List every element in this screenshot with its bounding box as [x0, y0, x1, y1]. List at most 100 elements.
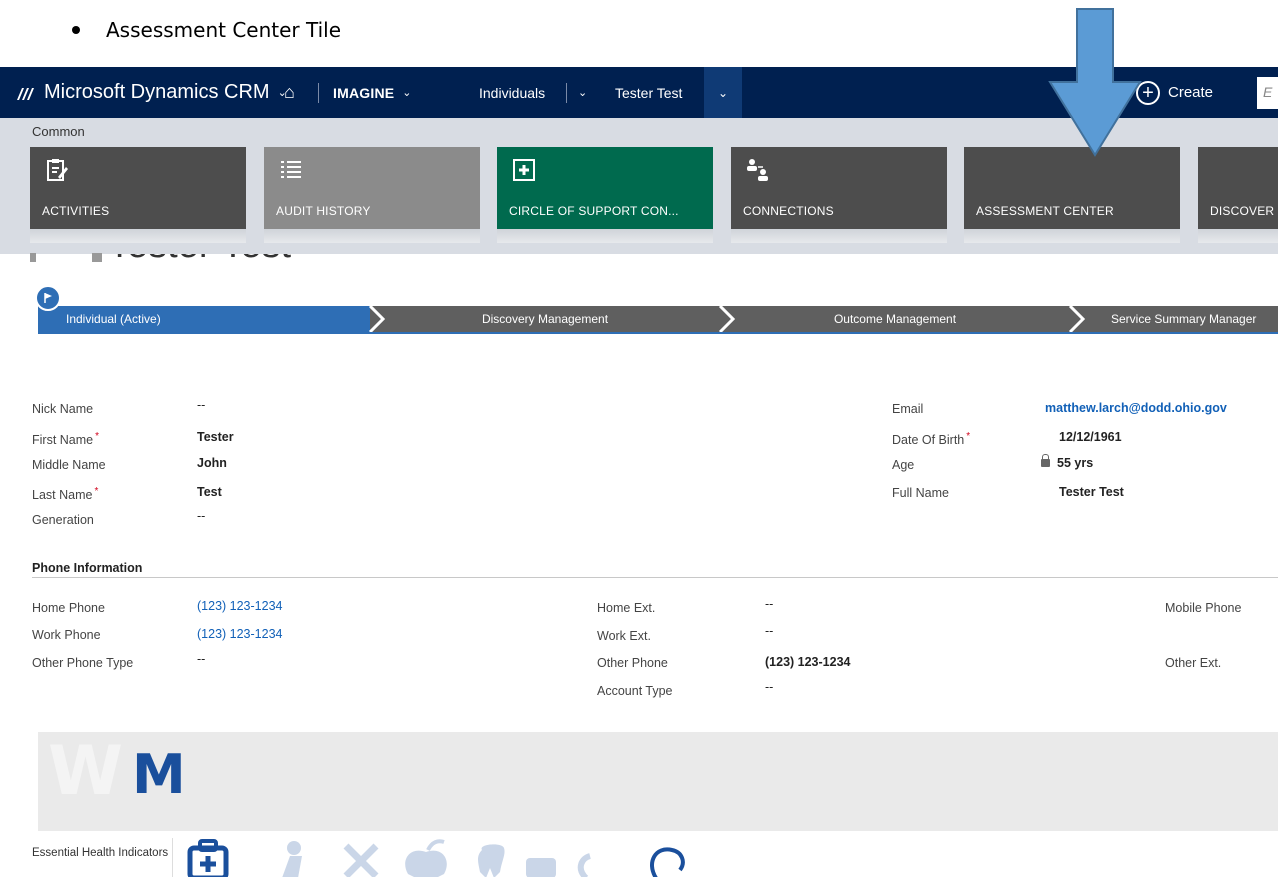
create-label: Create — [1168, 84, 1214, 101]
area-menu[interactable]: IMAGINE ⌄ — [333, 67, 412, 118]
list-icon — [281, 161, 301, 178]
age-value-text: 55 yrs — [1057, 456, 1094, 470]
first-name-value[interactable]: Tester — [197, 430, 234, 444]
banner-logo: M — [132, 743, 186, 806]
title-fragment — [30, 253, 36, 262]
annotation-arrow — [1048, 8, 1142, 157]
required-icon: * — [95, 431, 100, 442]
work-ext-value[interactable]: -- — [765, 624, 773, 638]
account-type-label: Account Type — [597, 684, 673, 698]
nick-name-label: Nick Name — [32, 402, 94, 416]
section-title: Phone Information — [32, 561, 143, 575]
tile-activities[interactable]: ACTIVITIES — [30, 147, 246, 229]
dob-label: Date Of Birth * — [892, 431, 970, 447]
tools-icon[interactable] — [343, 843, 379, 877]
middle-name-value[interactable]: John — [197, 456, 227, 470]
middle-name-label: Middle Name — [32, 458, 106, 472]
app-switcher[interactable]: Microsoft Dynamics CRM ⌄ — [16, 67, 287, 118]
tile-label: CIRCLE OF SUPPORT CON... — [509, 204, 679, 218]
apple-icon[interactable] — [405, 839, 447, 877]
age-label: Age — [892, 458, 915, 472]
record-tab[interactable]: Tester Test — [615, 67, 682, 118]
clipboard-icon — [47, 159, 68, 181]
tile-group-label: Common — [32, 124, 85, 139]
people-icon — [747, 159, 768, 181]
record-dropdown[interactable]: ⌄ — [704, 67, 742, 118]
tile-shadow — [731, 229, 947, 243]
chevron-down-icon: ⌄ — [402, 87, 412, 99]
dob-label-text: Date Of Birth — [892, 433, 965, 448]
chevron-down-icon: ⌄ — [578, 87, 588, 99]
home-icon[interactable]: ⌂ — [284, 67, 295, 118]
last-name-value[interactable]: Test — [197, 485, 222, 499]
flag-icon[interactable] — [35, 285, 61, 311]
first-name-label: First Name * — [32, 431, 99, 447]
account-type-value[interactable]: -- — [765, 680, 773, 694]
tile-label: CONNECTIONS — [743, 204, 834, 218]
nav-separator — [566, 83, 567, 103]
other-phone-type-label: Other Phone Type — [32, 656, 134, 670]
home-phone-value[interactable]: (123) 123-1234 — [197, 599, 282, 613]
area-label: IMAGINE — [333, 84, 395, 101]
other-phone-value[interactable]: (123) 123-1234 — [765, 655, 850, 669]
age-value: 55 yrs — [1041, 454, 1094, 470]
tile-circle-of-support[interactable]: CIRCLE OF SUPPORT CON... — [497, 147, 713, 229]
tile-label: ACTIVITIES — [42, 204, 110, 218]
dynamics-logo-icon — [17, 87, 34, 100]
other-phone-type-value[interactable]: -- — [197, 652, 205, 666]
other-phone-label: Other Phone — [597, 656, 668, 670]
ehi-divider — [172, 838, 173, 877]
health-indicator-icons — [187, 839, 685, 877]
eyeglasses-icon[interactable] — [526, 858, 556, 877]
tile-shadow — [1198, 229, 1278, 243]
lock-icon — [1041, 454, 1050, 467]
tile-connections[interactable]: CONNECTIONS — [731, 147, 947, 229]
flag-glyph — [44, 293, 52, 303]
first-name-label-text: First Name — [32, 433, 94, 448]
required-icon: * — [966, 431, 971, 442]
other-ext-label: Other Ext. — [1165, 656, 1222, 670]
chevron-down-icon: ⌄ — [717, 85, 729, 100]
search-input[interactable]: E — [1257, 77, 1278, 109]
medical-kit-icon[interactable] — [187, 839, 229, 877]
tile-label: AUDIT HISTORY — [276, 204, 371, 218]
home-ext-value[interactable]: -- — [765, 597, 773, 611]
bullet-line: Assessment Center Tile — [72, 12, 341, 48]
bullet-text: Assessment Center Tile — [106, 18, 342, 42]
dob-value[interactable]: 12/12/1961 — [1059, 430, 1122, 444]
home-phone-label: Home Phone — [32, 601, 105, 615]
tile-discovery[interactable]: DISCOVER — [1198, 147, 1278, 229]
scale-icon[interactable] — [577, 853, 592, 877]
nick-name-value[interactable]: -- — [197, 398, 205, 412]
tile-shadow — [264, 229, 480, 243]
last-name-label-text: Last Name — [32, 488, 93, 503]
home-ext-label: Home Ext. — [597, 601, 656, 615]
tooth-icon[interactable] — [478, 844, 505, 877]
entity-dropdown[interactable]: ⌄ — [570, 67, 587, 118]
stomach-icon[interactable] — [650, 847, 685, 877]
nav-separator — [318, 83, 319, 103]
page: Assessment Center Tile Microsoft Dynamic… — [0, 0, 1278, 877]
full-name-label: Full Name — [892, 486, 949, 500]
last-name-label: Last Name * — [32, 486, 98, 502]
ehi-label: Essential Health Indicators — [32, 847, 169, 859]
tile-label: DISCOVER — [1210, 204, 1275, 218]
email-value[interactable]: matthew.larch@dodd.ohio.gov — [1045, 401, 1227, 415]
work-ext-label: Work Ext. — [597, 629, 651, 643]
work-phone-label: Work Phone — [32, 628, 101, 642]
entity-label: Individuals — [479, 84, 546, 101]
search-placeholder: E — [1263, 84, 1273, 100]
banner-watermark: W — [48, 732, 124, 811]
tile-audit-history[interactable]: AUDIT HISTORY — [264, 147, 480, 229]
tile-shadow — [30, 229, 246, 243]
stage-chevrons — [368, 306, 1086, 332]
full-name-value[interactable]: Tester Test — [1059, 485, 1124, 499]
work-phone-value[interactable]: (123) 123-1234 — [197, 627, 282, 641]
app-name: Microsoft Dynamics CRM — [44, 81, 270, 103]
person-exercise-icon[interactable] — [282, 841, 302, 877]
process-underline — [38, 332, 1278, 334]
business-process-bar: Individual (Active) Discovery Management… — [38, 306, 1278, 332]
generation-value[interactable]: -- — [197, 509, 205, 523]
email-label: Email — [892, 402, 924, 416]
entity-menu[interactable]: Individuals — [479, 67, 545, 118]
